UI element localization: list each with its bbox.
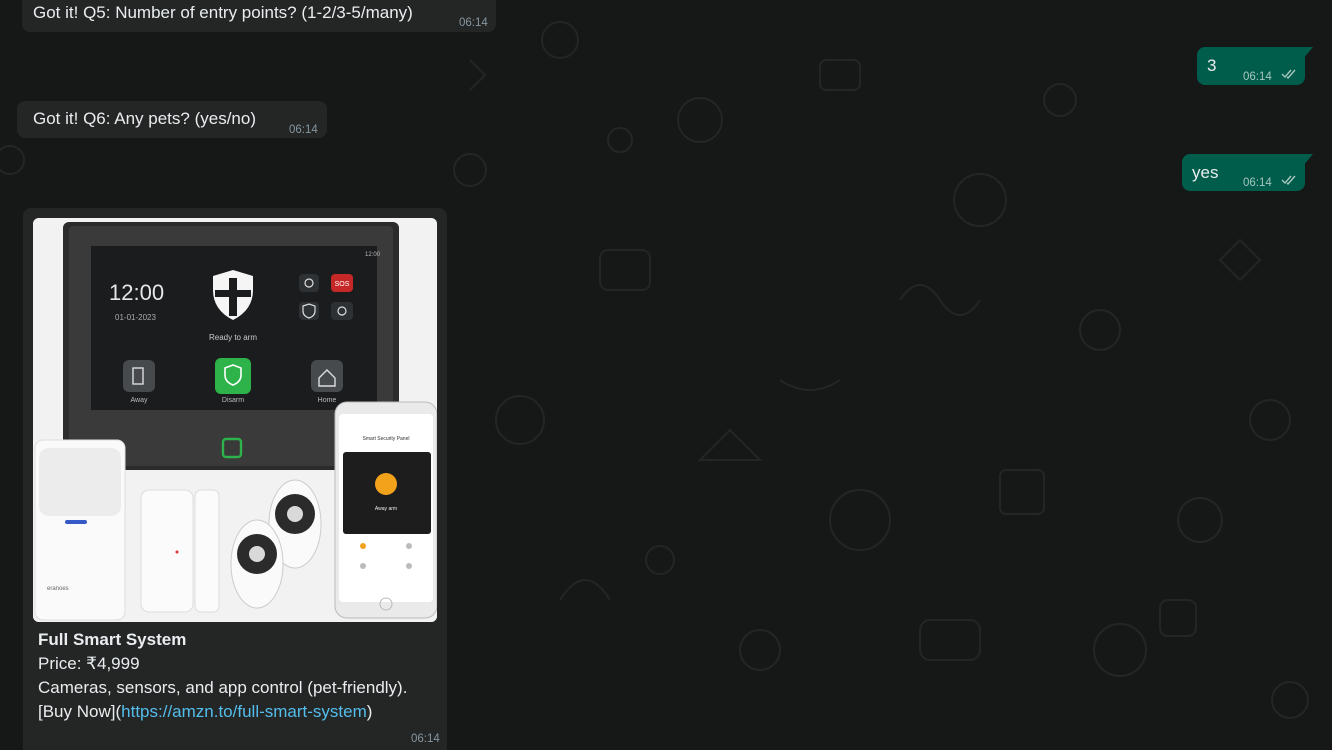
message-time: 06:14 — [459, 17, 488, 29]
product-description: Cameras, sensors, and app control (pet-f… — [38, 678, 408, 697]
message-time: 06:14 — [289, 124, 318, 136]
message-time: 06:14 — [411, 733, 440, 745]
phone-title: Smart Security Panel — [363, 436, 410, 442]
panel-clock: 12:00 — [365, 252, 381, 258]
double-check-icon — [1281, 175, 1296, 185]
product-price: Price: ₹4,999 — [38, 654, 140, 673]
buy-now-line: [Buy Now](https://amzn.to/full-smart-sys… — [38, 700, 438, 724]
security-kit-illustration: 12:00 01-01-2023 Ready to arm 12:00 SOS … — [33, 218, 437, 622]
message-text: 3 — [1207, 56, 1217, 75]
product-title: Full Smart System — [38, 630, 187, 649]
phone-mode: Away arm — [375, 506, 397, 512]
product-details: Full Smart System Price: ₹4,999 Cameras,… — [38, 628, 438, 724]
product-link[interactable]: https://amzn.to/full-smart-system — [121, 702, 367, 721]
buy-now-prefix: [Buy Now]( — [38, 702, 122, 721]
incoming-message-q6[interactable]: Got it! Q6: Any pets? (yes/no) 06:14 — [17, 101, 327, 138]
away-arm-icon — [375, 473, 397, 495]
product-image[interactable]: 12:00 01-01-2023 Ready to arm 12:00 SOS … — [33, 218, 437, 622]
message-time: 06:14 — [1243, 177, 1272, 189]
sensor-brand: eranoes — [47, 586, 69, 592]
message-time: 06:14 — [1243, 71, 1272, 83]
panel-button-disarm: Disarm — [222, 397, 244, 404]
panel-date: 01-01-2023 — [115, 313, 156, 322]
buy-now-suffix: ) — [366, 702, 373, 721]
panel-button-away: Away — [131, 397, 148, 404]
panel-status: Ready to arm — [209, 333, 257, 342]
outgoing-message-a6[interactable]: yes 06:14 — [1182, 154, 1313, 191]
incoming-message-q5[interactable]: Got it! Q5: Number of entry points? (1-2… — [22, 0, 496, 32]
outgoing-message-a5[interactable]: 3 06:14 — [1197, 47, 1313, 85]
message-text: Got it! Q6: Any pets? (yes/no) — [33, 109, 256, 128]
home-icon — [311, 360, 343, 392]
product-card-message[interactable]: 12:00 01-01-2023 Ready to arm 12:00 SOS … — [23, 208, 447, 750]
panel-time: 12:00 — [109, 280, 164, 305]
bubble-tail — [1303, 154, 1313, 166]
message-text: yes — [1192, 163, 1219, 182]
away-icon — [123, 360, 155, 392]
bubble-tail — [1303, 47, 1313, 59]
sos-label: SOS — [335, 281, 350, 288]
disarm-icon — [215, 358, 251, 394]
double-check-icon — [1281, 69, 1296, 79]
panel-button-home: Home — [318, 397, 337, 404]
message-text: Got it! Q5: Number of entry points? (1-2… — [33, 3, 413, 22]
